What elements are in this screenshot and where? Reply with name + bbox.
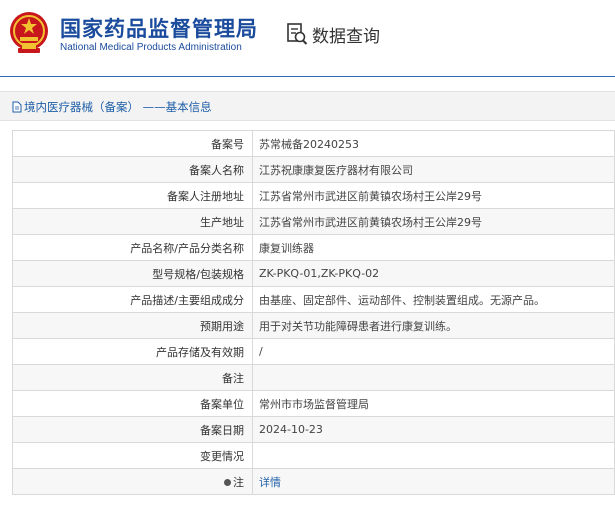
table-row: 型号规格/包装规格 ZK-PKQ-01,ZK-PKQ-02 bbox=[12, 260, 615, 287]
table-row: 备案日期 2024-10-23 bbox=[12, 416, 615, 443]
field-value: 江苏省常州市武进区前黄镇农场村王公岸29号 bbox=[252, 182, 615, 209]
header-divider bbox=[0, 76, 615, 77]
table-row: 备案人名称 江苏祝康康复医疗器材有限公司 bbox=[12, 156, 615, 183]
field-label: 备注 bbox=[12, 364, 253, 391]
field-label: 产品名称/产品分类名称 bbox=[12, 234, 253, 261]
field-label: 注 bbox=[12, 468, 253, 495]
note-label: 注 bbox=[233, 475, 244, 489]
field-label: 产品描述/主要组成成分 bbox=[12, 286, 253, 313]
field-value: 江苏祝康康复医疗器材有限公司 bbox=[252, 156, 615, 183]
field-label: 备案人名称 bbox=[12, 156, 253, 183]
table-row: 产品存储及有效期 / bbox=[12, 338, 615, 365]
field-value bbox=[252, 442, 615, 469]
note-marker-icon bbox=[224, 479, 231, 486]
field-label: 备案单位 bbox=[12, 390, 253, 417]
national-emblem-icon bbox=[10, 12, 48, 53]
field-value: 苏常械备20240253 bbox=[252, 130, 615, 157]
org-name-cn: 国家药品监督管理局 bbox=[60, 17, 258, 41]
table-row: 变更情况 bbox=[12, 442, 615, 469]
table-row: 产品名称/产品分类名称 康复训练器 bbox=[12, 234, 615, 261]
details-link[interactable]: 详情 bbox=[259, 476, 281, 489]
field-value: 由基座、固定部件、运动部件、控制装置组成。无源产品。 bbox=[252, 286, 615, 313]
field-value: 2024-10-23 bbox=[252, 416, 615, 443]
record-detail-table: 备案号 苏常械备20240253 备案人名称 江苏祝康康复医疗器材有限公司 备案… bbox=[12, 130, 615, 495]
field-value: 康复训练器 bbox=[252, 234, 615, 261]
breadcrumb: 境内医疗器械（备案） ——基本信息 bbox=[0, 91, 615, 121]
field-value bbox=[252, 364, 615, 391]
table-row: 备案单位 常州市市场监督管理局 bbox=[12, 390, 615, 417]
field-label: 变更情况 bbox=[12, 442, 253, 469]
field-value: ZK-PKQ-01,ZK-PKQ-02 bbox=[252, 260, 615, 287]
breadcrumb-text: 境内医疗器械（备案） ——基本信息 bbox=[24, 100, 212, 114]
table-row: 注 详情 bbox=[12, 468, 615, 495]
table-row: 备案人注册地址 江苏省常州市武进区前黄镇农场村王公岸29号 bbox=[12, 182, 615, 209]
site-header: 国家药品监督管理局 National Medical Products Admi… bbox=[0, 0, 615, 68]
table-row: 备案号 苏常械备20240253 bbox=[12, 130, 615, 157]
table-row: 预期用途 用于对关节功能障碍患者进行康复训练。 bbox=[12, 312, 615, 339]
table-row: 产品描述/主要组成成分 由基座、固定部件、运动部件、控制装置组成。无源产品。 bbox=[12, 286, 615, 313]
field-label: 备案号 bbox=[12, 130, 253, 157]
field-value: 常州市市场监督管理局 bbox=[252, 390, 615, 417]
field-value: / bbox=[252, 338, 615, 365]
field-label: 型号规格/包装规格 bbox=[12, 260, 253, 287]
search-document-icon bbox=[287, 23, 308, 45]
field-label: 备案日期 bbox=[12, 416, 253, 443]
table-row: 生产地址 江苏省常州市武进区前黄镇农场村王公岸29号 bbox=[12, 208, 615, 235]
field-value: 用于对关节功能障碍患者进行康复训练。 bbox=[252, 312, 615, 339]
field-label: 生产地址 bbox=[12, 208, 253, 235]
table-row: 备注 bbox=[12, 364, 615, 391]
document-icon bbox=[12, 101, 22, 113]
field-value: 江苏省常州市武进区前黄镇农场村王公岸29号 bbox=[252, 208, 615, 235]
org-name-en: National Medical Products Administration bbox=[60, 42, 242, 53]
field-label: 预期用途 bbox=[12, 312, 253, 339]
data-query-title: 数据查询 bbox=[286, 20, 380, 48]
field-label: 产品存储及有效期 bbox=[12, 338, 253, 365]
page-title: 数据查询 bbox=[312, 26, 380, 47]
field-label: 备案人注册地址 bbox=[12, 182, 253, 209]
field-value: 详情 bbox=[252, 468, 615, 495]
